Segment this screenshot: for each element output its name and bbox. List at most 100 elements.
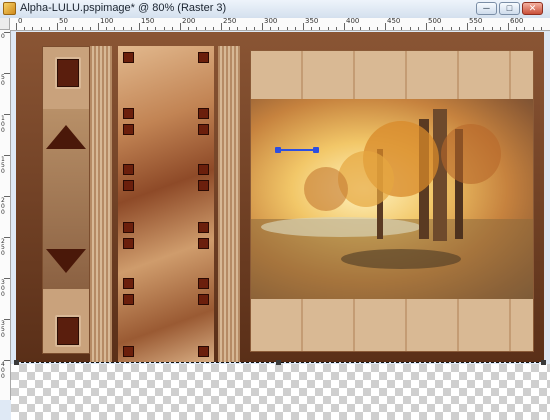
- selection-handle[interactable]: [541, 360, 546, 365]
- ruler-minor-tick: [163, 27, 165, 30]
- ruler-tick: [57, 23, 58, 30]
- ruler-minor-tick: [24, 27, 26, 30]
- ruler-minor-tick: [130, 27, 132, 30]
- ruler-minor-tick: [311, 27, 313, 30]
- ruler-minor-tick: [32, 27, 34, 30]
- photo-top-band: [251, 51, 533, 99]
- film-hole: [123, 346, 134, 357]
- ruler-minor-tick: [114, 27, 116, 30]
- ruler-minor-tick: [286, 27, 288, 30]
- autumn-scene-art: [251, 109, 533, 299]
- film-hole: [123, 180, 134, 191]
- ruler-label: 550: [469, 17, 483, 25]
- ruler-minor-tick: [516, 27, 518, 30]
- ruler-minor-tick: [229, 27, 231, 30]
- ruler-minor-tick: [81, 27, 83, 30]
- ruler-minor-tick: [532, 27, 534, 30]
- ruler-minor-tick: [524, 27, 526, 30]
- ruler-minor-tick: [401, 27, 403, 30]
- ruler-corner: [0, 18, 10, 30]
- ruler-label: 600: [510, 17, 524, 25]
- top-square-tile: [55, 57, 81, 89]
- ruler-minor-tick: [360, 27, 362, 30]
- vector-path-segment[interactable]: [279, 149, 315, 151]
- ruler-minor-tick: [155, 27, 157, 30]
- ruler-minor-tick: [483, 27, 485, 30]
- photo-bottom-band: [251, 299, 533, 351]
- film-hole: [123, 278, 134, 289]
- ruler-label: 100: [100, 17, 114, 25]
- ruler-minor-tick: [352, 27, 354, 30]
- film-hole: [198, 180, 209, 191]
- ruler-minor-tick: [122, 27, 124, 30]
- ruler-tick: [98, 23, 99, 30]
- ruler-label: 3 0 0: [1, 279, 5, 298]
- film-hole: [123, 222, 134, 233]
- film-hole: [198, 222, 209, 233]
- photo-frame: [250, 50, 534, 352]
- ruler-minor-tick: [188, 27, 190, 30]
- ruler-tick: [467, 23, 468, 30]
- ruler-label: 3 5 0: [1, 320, 5, 339]
- ruler-minor-tick: [270, 27, 272, 30]
- ruler-minor-tick: [204, 27, 206, 30]
- horizontal-ruler[interactable]: 0 50 100 150 200 250 300 350 400 450 500 550 600: [10, 18, 550, 31]
- film-hole: [198, 238, 209, 249]
- ruler-label: 350: [305, 17, 319, 25]
- ruler-label: 500: [428, 17, 442, 25]
- film-hole: [123, 124, 134, 135]
- ruler-minor-tick: [253, 27, 255, 30]
- transparent-background-area[interactable]: [11, 364, 550, 420]
- film-hole: [198, 124, 209, 135]
- ruler-minor-tick: [376, 27, 378, 30]
- ruler-label: 4 0 0: [1, 361, 5, 380]
- down-arrow-icon: [46, 249, 86, 273]
- ruler-minor-tick: [434, 27, 436, 30]
- ruler-label: 450: [387, 17, 401, 25]
- ruler-minor-tick: [327, 27, 329, 30]
- ruler-label: 2 5 0: [1, 238, 5, 257]
- ruler-minor-tick: [540, 27, 542, 30]
- ruler-label: 150: [141, 17, 155, 25]
- paintshop-app-icon[interactable]: [3, 2, 16, 15]
- ruler-minor-tick: [73, 27, 75, 30]
- window-title: Alpha-LULU.pspimage* @ 80% (Raster 3): [20, 2, 227, 14]
- ruler-minor-tick: [499, 27, 501, 30]
- ruler-label: 0: [1, 33, 5, 40]
- ruler-minor-tick: [147, 27, 149, 30]
- ruler-label: 1 5 0: [1, 156, 5, 175]
- ruler-minor-tick: [106, 27, 108, 30]
- image-canvas[interactable]: [16, 32, 544, 362]
- ruler-minor-tick: [442, 27, 444, 30]
- film-hole: [198, 278, 209, 289]
- arrow-panel: [43, 109, 89, 289]
- ruler-label: 300: [264, 17, 278, 25]
- ruler-minor-tick: [319, 27, 321, 30]
- right-stripe-panel: [218, 46, 240, 362]
- ruler-minor-tick: [48, 27, 50, 30]
- maximize-button[interactable]: □: [499, 2, 520, 15]
- close-button[interactable]: ✕: [522, 2, 543, 15]
- selection-handle[interactable]: [14, 360, 19, 365]
- ruler-tick: [508, 23, 509, 30]
- film-hole: [198, 346, 209, 357]
- film-hole: [123, 238, 134, 249]
- film-hole: [123, 294, 134, 305]
- ruler-minor-tick: [393, 27, 395, 30]
- ruler-minor-tick: [409, 27, 411, 30]
- ruler-minor-tick: [417, 27, 419, 30]
- film-hole: [198, 164, 209, 175]
- ruler-minor-tick: [368, 27, 370, 30]
- vertical-ruler[interactable]: 0 5 0 1 0 0 1 5 0 2 0 0 2 5 0 3 0 0 3 5 0 4 0 0: [0, 30, 11, 400]
- minimize-button[interactable]: ─: [476, 2, 497, 15]
- ruler-tick: [303, 23, 304, 30]
- ruler-tick: [180, 23, 181, 30]
- selection-handle[interactable]: [276, 360, 281, 365]
- ruler-tick: [344, 23, 345, 30]
- ruler-tick: [426, 23, 427, 30]
- ruler-tick: [16, 23, 17, 30]
- film-hole: [123, 164, 134, 175]
- ruler-minor-tick: [491, 27, 493, 30]
- ruler-minor-tick: [450, 27, 452, 30]
- film-strip: [118, 46, 214, 362]
